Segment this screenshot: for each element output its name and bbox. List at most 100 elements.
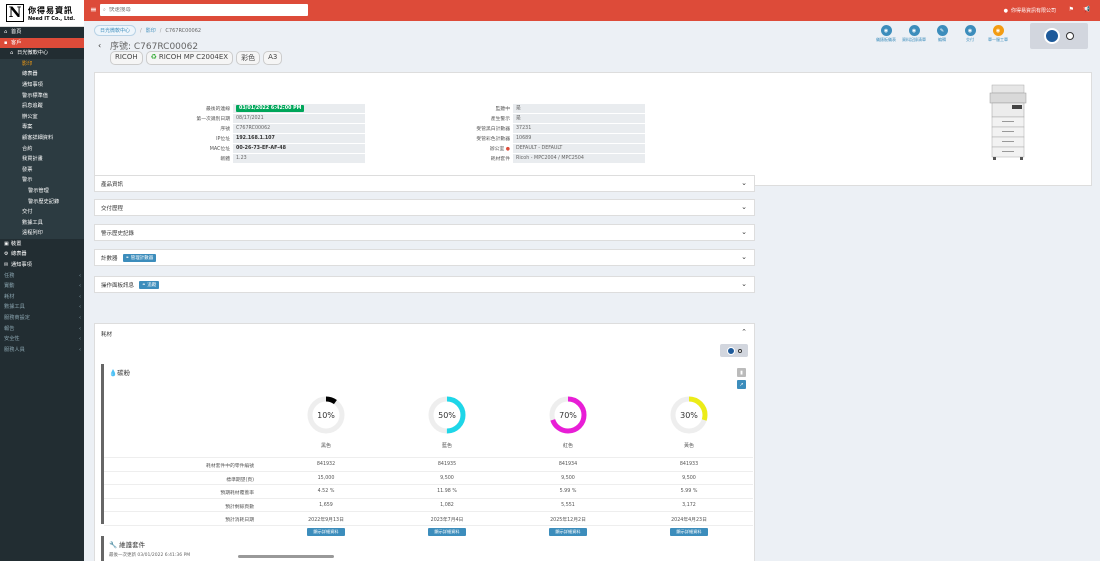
section-title: 警示歷史記錄 — [101, 230, 135, 237]
toner-table: 耗材套件中的零件編號 841932 841935 841934 841933 標準期望(頁… — [104, 457, 753, 538]
tag-model: ♻ RICOH MP C2004EX — [145, 51, 234, 65]
sidebar-item[interactable]: 顧客詳細資料 — [0, 132, 84, 144]
announcement-icon[interactable]: 📢 — [1083, 6, 1090, 13]
chevron-left-icon: ‹ — [79, 272, 81, 279]
sidebar-item[interactable]: 訊息追蹤 — [0, 101, 84, 112]
sidebar-item[interactable]: 實動 ‹ — [0, 281, 84, 292]
toner-gauge-label: 30% — [680, 411, 698, 420]
sidebar-item[interactable]: 辦公室 — [0, 111, 84, 123]
info-row: 耗材套件 Ricoh - MPC2004 / MPC2504 — [465, 153, 645, 163]
sidebar-item[interactable]: 數據工具 ‹ — [0, 302, 84, 313]
chart-icon[interactable]: ↗ — [737, 380, 746, 389]
sidebar-item-label: 發票 — [22, 166, 33, 173]
sidebar-item[interactable]: 合約 — [0, 143, 84, 155]
chevron-down-icon[interactable]: ⌄ — [741, 203, 747, 211]
sidebar-item[interactable]: 警示標準值 — [0, 90, 84, 102]
flag-icon[interactable]: ⚑ — [1069, 6, 1074, 13]
show-details-button[interactable]: 顯示詳細資料 — [307, 527, 345, 536]
collapsible-section[interactable]: 操作面板訊息 ⚭ 追蹤 ⌄ — [94, 276, 755, 293]
sidebar-item[interactable]: ⌂ 首頁 — [0, 27, 84, 38]
sidebar-item[interactable]: ✉ 通知事項 — [0, 260, 84, 271]
sidebar-item[interactable]: 警示歷史記錄 — [0, 196, 84, 208]
sidebar-item[interactable]: 服務人員 ‹ — [0, 345, 84, 356]
section-action-button[interactable]: ⚭ 管理計數器 — [122, 253, 157, 262]
collapsible-section[interactable]: 警示歷史記錄 ⌄ — [94, 224, 755, 241]
show-details-button[interactable]: 顯示詳細資料 — [670, 527, 708, 536]
sidebar-item[interactable]: 交付 — [0, 207, 84, 218]
sidebar-item[interactable]: 總表器 — [0, 69, 84, 80]
menu-toggle-icon[interactable]: ≡ — [90, 5, 97, 14]
sidebar-item[interactable]: 通知事項 — [0, 79, 84, 91]
toolbar-button[interactable]: ◉ 交付 — [958, 25, 982, 42]
toner-color-name: 黃色 — [683, 443, 694, 449]
user-menu[interactable]: ● 你得易資訊有限公司 — [1004, 7, 1056, 15]
table-cell: 2022年9月13日 — [308, 518, 344, 523]
toolbar-button[interactable]: ✎ 編輯 — [930, 25, 954, 42]
sidebar-item[interactable]: 我買計畫 — [0, 154, 84, 165]
sidebar-item[interactable]: 數據工具 — [0, 217, 84, 229]
breadcrumb-customer[interactable]: 日光微軟中心 — [94, 25, 137, 36]
sidebar-item[interactable]: 報告 ‹ — [0, 324, 84, 335]
collapsible-section[interactable]: 交付歷程 ⌄ — [94, 199, 755, 216]
show-details-button[interactable]: 顯示詳細資料 — [549, 527, 587, 536]
info-row: MAC位址 00-26-73-EF-AF-48 — [185, 143, 365, 153]
toolbar-button[interactable]: ◉ 儀錶板儀表 — [874, 25, 898, 42]
search-box[interactable]: ⌕ — [100, 4, 308, 16]
chevron-down-icon[interactable]: ⌄ — [741, 228, 747, 236]
company-logo[interactable]: N 你得易資訊 Need IT Co., Ltd. — [0, 0, 84, 27]
row-label: 標準期望(頁) — [226, 477, 254, 483]
breadcrumb-section[interactable]: 影印 — [146, 27, 156, 34]
toner-gauge: 30% — [670, 396, 708, 434]
bookmark-icon[interactable]: ▮ — [737, 368, 746, 377]
toner-gauge: 70% — [549, 396, 587, 434]
chevron-down-icon[interactable]: ⌄ — [741, 179, 747, 187]
toner-gauge-label: 70% — [559, 411, 577, 420]
collapsible-section[interactable]: 產品資訊 ⌄ — [94, 175, 755, 192]
table-row: 預計消耗日期 2022年9月13日 2023年7月4日 2025年12月2日 2024年… — [104, 511, 753, 525]
collapsible-section[interactable]: 計數器 ⚭ 管理計數器 ⌄ — [94, 249, 755, 266]
toolbar-button[interactable]: ◉ 資料記錄清單 — [902, 25, 926, 42]
row-label: 預計剩餘頁數 — [225, 504, 254, 510]
info-value: Ricoh - MPC2004 / MPC2504 — [513, 153, 645, 163]
sidebar-item[interactable]: 警示 — [0, 175, 84, 186]
device-status-thumb[interactable] — [1030, 23, 1088, 49]
sidebar-item[interactable]: 發票 — [0, 164, 84, 176]
table-cell: 1,082 — [440, 502, 454, 508]
info-value: C767RC00062 — [233, 123, 365, 133]
sidebar-item[interactable]: ⚙ 總表器 — [0, 249, 84, 260]
sidebar-nav: ⌂ 首頁 ▪ 客戶 ⌂ 日光微軟中心 影印 總表器 通知事項 警示標準值 訊息追蹤 辦公室 專案 顧客詳細… — [0, 27, 84, 355]
chevron-left-icon: ‹ — [79, 315, 81, 322]
sidebar-item[interactable]: 耗材 ‹ — [0, 292, 84, 303]
section-action-button[interactable]: ⚭ 追蹤 — [139, 280, 160, 289]
chevron-up-icon[interactable]: ⌃ — [741, 328, 747, 336]
logo-name-en: Need IT Co., Ltd. — [28, 15, 75, 22]
gauge-icon — [1044, 28, 1060, 44]
sidebar-item[interactable]: 服務商設定 ‹ — [0, 313, 84, 324]
sidebar-item-label: 總表器 — [22, 71, 38, 78]
info-value: 10689 — [513, 133, 645, 143]
chevron-down-icon[interactable]: ⌄ — [741, 253, 747, 261]
view-toggle[interactable] — [720, 344, 748, 357]
table-cell: 841933 — [679, 462, 699, 467]
sidebar-item[interactable]: 警示管理 — [0, 185, 84, 197]
sidebar-item-label: 我買計畫 — [22, 156, 43, 163]
sidebar-item[interactable]: ▪ 客戶 — [0, 37, 84, 49]
sidebar-item[interactable]: ▣ 裝置 — [0, 239, 84, 250]
sidebar-item-label: 專案 — [22, 124, 33, 131]
show-details-button[interactable]: 顯示詳細資料 — [428, 527, 466, 536]
sidebar-item[interactable]: 影印 — [0, 58, 84, 70]
sidebar-item[interactable]: 專案 — [0, 122, 84, 133]
sidebar-item[interactable]: ⌂ 日光微軟中心 — [0, 48, 84, 59]
dot-icon — [737, 348, 742, 353]
info-row: 序號 C767RC00062 — [185, 123, 365, 133]
sidebar-item[interactable]: 遠程列印 — [0, 228, 84, 239]
sidebar-item[interactable]: 安全性 ‹ — [0, 334, 84, 345]
horizontal-scrollbar[interactable] — [238, 555, 334, 558]
info-value: DEFAULT - DEFAULT — [513, 143, 645, 153]
search-input[interactable] — [108, 7, 289, 13]
sidebar-item[interactable]: 任務 ‹ — [0, 271, 84, 282]
toolbar-button[interactable]: ◉ 單一服工單 — [986, 25, 1010, 42]
tag-brand: RICOH — [110, 51, 143, 65]
back-chevron-icon[interactable]: ‹ — [98, 41, 101, 50]
chevron-down-icon[interactable]: ⌄ — [741, 280, 747, 288]
